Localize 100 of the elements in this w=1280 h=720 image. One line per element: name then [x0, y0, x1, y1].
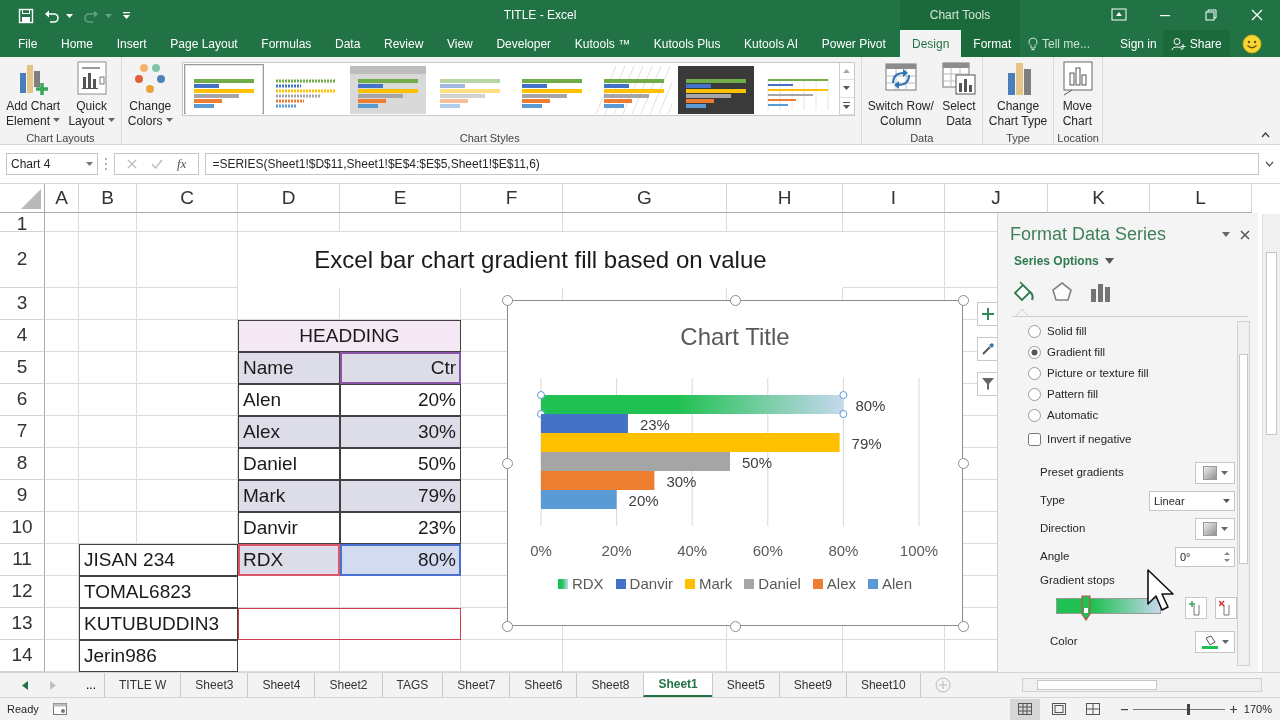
row-header[interactable]: 10: [0, 512, 45, 544]
ribbon-tab[interactable]: Kutools AI: [738, 30, 805, 57]
color-dropdown[interactable]: [1195, 631, 1235, 653]
column-header[interactable]: A: [45, 184, 79, 213]
share-button[interactable]: Share: [1162, 30, 1230, 57]
file-tab[interactable]: File: [12, 30, 44, 57]
row-header[interactable]: 9: [0, 480, 45, 512]
ribbon-button[interactable]: Move Chart: [1057, 60, 1098, 130]
column-header[interactable]: J: [945, 184, 1048, 213]
resize-handle[interactable]: [730, 295, 741, 306]
smiley-icon[interactable]: [1241, 33, 1262, 54]
ribbon-tab[interactable]: Insert: [110, 30, 153, 57]
chart-style-thumbnail[interactable]: [677, 66, 754, 114]
resize-handle[interactable]: [958, 621, 969, 632]
macro-record-icon[interactable]: [52, 703, 67, 715]
ribbon-tab[interactable]: Home: [55, 30, 99, 57]
row-header[interactable]: 13: [0, 608, 45, 640]
spin-arrows-icon[interactable]: [1224, 551, 1230, 563]
row-header[interactable]: 8: [0, 448, 45, 480]
resize-handle[interactable]: [502, 295, 513, 306]
radio-button[interactable]: [1028, 367, 1041, 380]
resize-handle[interactable]: [958, 458, 969, 469]
row-header[interactable]: 4: [0, 320, 45, 352]
close-icon[interactable]: [1240, 229, 1250, 240]
column-header[interactable]: I: [843, 184, 945, 213]
row-header[interactable]: 6: [0, 384, 45, 416]
insert-function-button[interactable]: fx: [177, 154, 187, 174]
restore-icon[interactable]: [1203, 7, 1219, 23]
ribbon-tab[interactable]: Kutools ™: [568, 30, 637, 57]
column-header[interactable]: H: [727, 184, 843, 213]
resize-handle[interactable]: [730, 621, 741, 632]
scrollbar[interactable]: [1237, 321, 1250, 666]
chart-style-thumbnail[interactable]: [349, 66, 426, 114]
formula-field[interactable]: =SERIES(Sheet1!$D$11,Sheet1!$E$4:$E$5,Sheet1!$E$11,6): [205, 153, 1259, 175]
brush-icon[interactable]: [981, 342, 995, 356]
close-icon[interactable]: [1249, 7, 1265, 23]
selection-handle[interactable]: [839, 410, 848, 418]
previous-sheet-icon[interactable]: [22, 680, 28, 690]
caret-icon[interactable]: [66, 13, 73, 18]
row-header[interactable]: 12: [0, 576, 45, 608]
chart-area[interactable]: Chart Title 80% 23% 79% 50% 30% 20% 0% 20% 40% 60% 80% 100% RDX Danvir Mark Daniel Alex Alen: [507, 300, 963, 626]
zoom-slider-thumb[interactable]: [1187, 703, 1191, 715]
resize-handle[interactable]: [502, 458, 513, 469]
gradient-dropdown[interactable]: [1195, 518, 1235, 540]
ribbon-button[interactable]: Change Colors: [124, 60, 176, 130]
ribbon-tab[interactable]: Developer: [490, 30, 558, 57]
undo-icon[interactable]: [44, 8, 60, 23]
ribbon-tab[interactable]: Formulas: [255, 30, 318, 57]
expand-icon[interactable]: [1265, 161, 1274, 167]
zoom-level[interactable]: 170%: [1237, 700, 1280, 718]
ribbon-tab[interactable]: Data: [329, 30, 367, 57]
row-header[interactable]: 11: [0, 544, 45, 576]
selection-handle[interactable]: [839, 391, 848, 399]
selection-handle[interactable]: [537, 391, 545, 399]
gradient-dropdown[interactable]: [1195, 462, 1235, 484]
plus-icon[interactable]: [981, 307, 995, 321]
ribbon-tab[interactable]: Kutools Plus: [647, 30, 727, 57]
chart-style-thumbnail[interactable]: [185, 66, 262, 114]
add-stop-icon[interactable]: [1189, 600, 1203, 616]
ribbon-tab[interactable]: Design: [900, 30, 962, 57]
row-header[interactable]: 7: [0, 416, 45, 448]
check-icon[interactable]: [151, 159, 163, 169]
ribbon-button[interactable]: Select Data: [938, 60, 979, 130]
ribbon-button[interactable]: Change Chart Type: [985, 60, 1051, 130]
column-header[interactable]: C: [137, 184, 238, 213]
scroll-up-icon[interactable]: [842, 67, 852, 75]
radio-button[interactable]: [1028, 325, 1041, 338]
ribbon-tab[interactable]: View: [441, 30, 479, 57]
customize-icon[interactable]: [122, 11, 131, 20]
sheet-tab[interactable]: Sheet1: [643, 673, 712, 697]
column-header[interactable]: G: [563, 184, 727, 213]
ribbon-tab[interactable]: Format: [961, 30, 1024, 57]
ribbon-tab[interactable]: Page Layout: [164, 30, 244, 57]
name-box[interactable]: Chart 4: [6, 153, 98, 175]
ribbon-button[interactable]: Quick Layout: [65, 60, 118, 130]
ribbon-display-icon[interactable]: [1111, 7, 1127, 23]
resize-handle[interactable]: [502, 621, 513, 632]
tell-me-field[interactable]: Tell me...: [1042, 34, 1106, 53]
chart-style-thumbnail[interactable]: [595, 66, 672, 114]
page-layout-icon[interactable]: [1051, 703, 1066, 715]
ribbon-button[interactable]: Switch Row/ Column: [864, 60, 937, 130]
scrollbar[interactable]: [1262, 214, 1280, 672]
row-header[interactable]: 3: [0, 288, 45, 320]
filter-icon[interactable]: [981, 377, 995, 391]
column-header[interactable]: L: [1150, 184, 1252, 213]
remove-stop-icon[interactable]: [1219, 600, 1233, 616]
page-break-icon[interactable]: [1085, 703, 1100, 715]
column-header[interactable]: E: [340, 184, 461, 213]
radio-button[interactable]: [1028, 346, 1041, 359]
collapse-icon[interactable]: [1261, 132, 1270, 138]
sign-in-link[interactable]: Sign in: [1114, 30, 1163, 57]
type-select[interactable]: Linear: [1149, 491, 1235, 511]
series-options-dropdown[interactable]: Series Options: [1014, 252, 1099, 270]
caret-icon[interactable]: [1104, 258, 1114, 264]
column-header[interactable]: F: [461, 184, 563, 213]
gradient-stops-bar[interactable]: [1056, 595, 1161, 621]
more-icon[interactable]: [842, 102, 852, 110]
radio-button[interactable]: [1028, 388, 1041, 401]
resize-handle[interactable]: [958, 295, 969, 306]
row-header[interactable]: 1: [0, 213, 45, 232]
